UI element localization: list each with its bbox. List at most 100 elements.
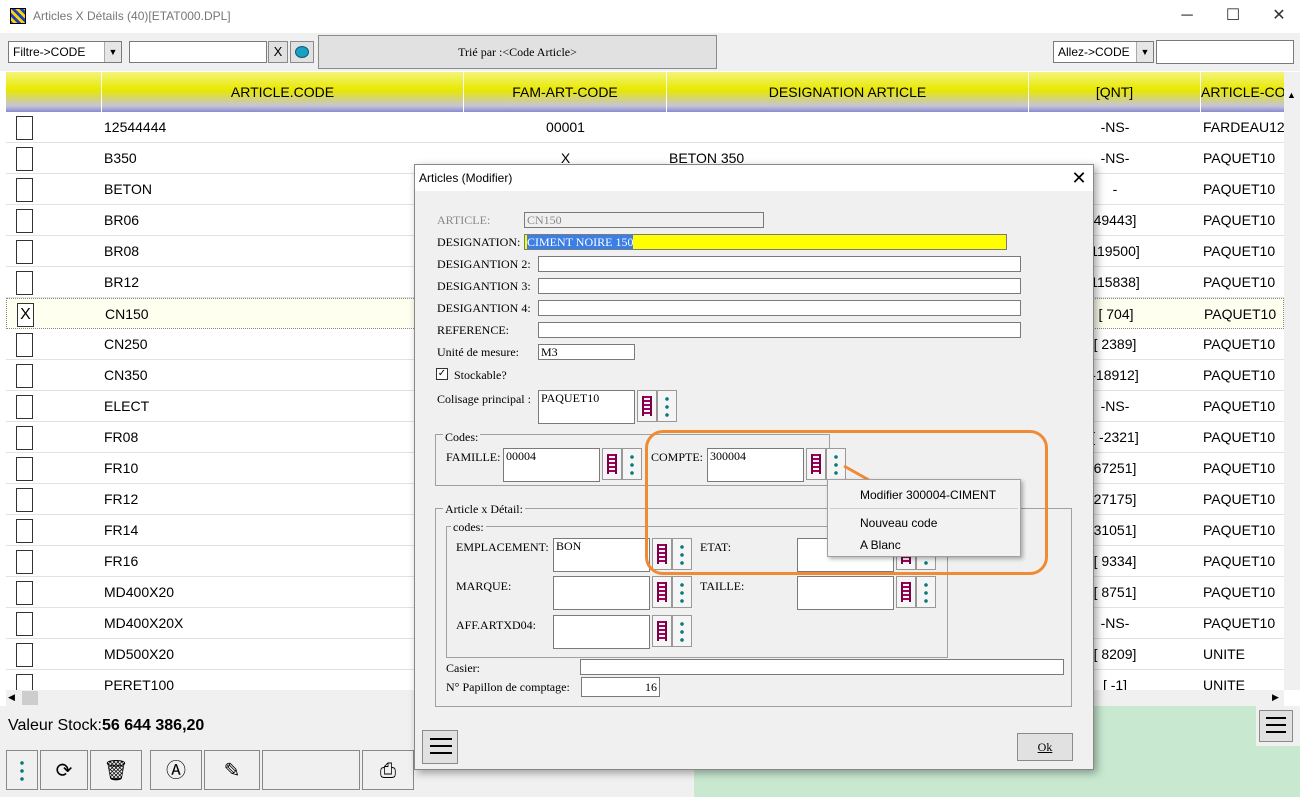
clear-filter-button[interactable]: X	[268, 41, 288, 63]
famille-menu-button[interactable]	[622, 448, 642, 480]
goto-input[interactable]	[1156, 40, 1294, 64]
cell-code: CN150	[105, 306, 149, 322]
cell-col: PAQUET10	[1203, 553, 1276, 569]
column-header-col[interactable]: ARTICLE-COL	[1201, 72, 1284, 112]
cell-code: FR08	[104, 429, 139, 445]
list-icon	[607, 454, 617, 474]
ok-button[interactable]: Ok	[1017, 733, 1073, 761]
scroll-thumb[interactable]	[22, 691, 38, 705]
vertical-scrollbar[interactable]: ▲	[1284, 72, 1300, 690]
row-checkbox[interactable]	[16, 333, 33, 357]
cell-col: PAQUET10	[1203, 181, 1276, 197]
colisage-field[interactable]: PAQUET10	[538, 390, 635, 424]
taille-menu-button[interactable]	[916, 576, 936, 608]
row-checkbox[interactable]	[16, 178, 33, 202]
menu-item-modify[interactable]: Modifier 300004-CIMENT	[860, 488, 996, 502]
codes-group-label: Codes:	[443, 430, 481, 445]
taille-list-button[interactable]	[896, 576, 916, 608]
cell-code: PERET100	[104, 677, 175, 690]
marque-field[interactable]	[553, 576, 650, 610]
menu-item-blank[interactable]: A Blanc	[860, 538, 901, 552]
column-header-fam[interactable]: FAM-ART-CODE	[464, 72, 667, 112]
row-checkbox[interactable]	[16, 488, 33, 512]
filter-bar: Filtre->CODE ▼ X Trié par :<Code Article…	[0, 33, 1300, 71]
column-header-check[interactable]	[6, 72, 102, 112]
designation-field[interactable]: CIMENT NOIRE 150	[524, 234, 1007, 250]
row-checkbox[interactable]	[16, 116, 33, 140]
row-checkbox[interactable]	[16, 147, 33, 171]
colisage-menu-button[interactable]	[657, 390, 677, 422]
row-checkbox[interactable]	[16, 426, 33, 450]
sort-button[interactable]: Trié par :<Code Article>	[318, 35, 717, 69]
row-checkbox[interactable]	[16, 240, 33, 264]
row-checkbox[interactable]	[16, 457, 33, 481]
famille-list-button[interactable]	[602, 448, 622, 480]
view-filter-button[interactable]	[290, 41, 314, 63]
cell-col: PAQUET10	[1203, 615, 1276, 631]
marque-label: MARQUE:	[456, 579, 512, 593]
scroll-right-icon[interactable]: ▶	[1272, 692, 1279, 703]
aff-field[interactable]	[553, 615, 650, 649]
scroll-left-icon[interactable]: ◀	[8, 692, 15, 703]
column-header-code[interactable]: ARTICLE.CODE	[102, 72, 464, 112]
row-checkbox[interactable]: X	[17, 303, 34, 327]
window-title: Articles X Détails (40)[ETAT000.DPL]	[33, 9, 231, 23]
cell-col: PAQUET10	[1203, 584, 1276, 600]
column-header-designation[interactable]: DESIGNATION ARTICLE	[667, 72, 1029, 112]
scroll-up-icon[interactable]: ▲	[1287, 90, 1296, 100]
toolbar-blank-button[interactable]	[262, 750, 360, 790]
minimize-button[interactable]: ─	[1164, 4, 1210, 28]
row-checkbox[interactable]	[16, 581, 33, 605]
reference-field[interactable]	[538, 322, 1021, 338]
designation2-field[interactable]	[538, 256, 1021, 272]
aff-menu-button[interactable]	[672, 615, 692, 647]
settings-sliders-button[interactable]	[1259, 710, 1293, 742]
row-checkbox[interactable]	[16, 550, 33, 574]
marque-menu-button[interactable]	[672, 576, 692, 608]
unite-field[interactable]: M3	[538, 344, 635, 360]
row-checkbox[interactable]	[16, 519, 33, 543]
famille-field[interactable]: 00004	[503, 448, 600, 482]
taille-field[interactable]	[797, 576, 894, 610]
stockable-checkbox[interactable]: ✓	[436, 368, 448, 380]
menu-separator	[830, 508, 1018, 509]
delete-button[interactable]: 🗑	[90, 750, 142, 790]
sliders-icon	[430, 738, 452, 758]
label-button[interactable]: Ⓐ	[150, 750, 202, 790]
row-checkbox[interactable]	[16, 271, 33, 295]
table-row[interactable]: 12544444 00001 -NS- FARDEAU12	[6, 112, 1284, 143]
casier-field[interactable]	[580, 659, 1064, 675]
cell-col: UNITE	[1203, 646, 1245, 662]
colisage-list-button[interactable]	[637, 390, 657, 422]
emplacement-field[interactable]: BON	[553, 538, 650, 572]
row-checkbox[interactable]	[16, 364, 33, 388]
row-checkbox[interactable]	[16, 643, 33, 667]
designation4-label: DESIGANTION 4:	[437, 301, 531, 315]
row-checkbox[interactable]	[16, 674, 33, 690]
designation3-field[interactable]	[538, 278, 1021, 294]
papillon-field[interactable]: 16	[581, 677, 660, 697]
close-button[interactable]: ✕	[1256, 4, 1300, 28]
export-button[interactable]: ⎙	[362, 750, 414, 790]
cell-code: CN350	[104, 367, 148, 383]
menu-item-new-code[interactable]: Nouveau code	[860, 516, 937, 530]
dialog-close-button[interactable]: ✕	[1067, 167, 1091, 189]
marque-list-button[interactable]	[652, 576, 672, 608]
row-checkbox[interactable]	[16, 395, 33, 419]
row-checkbox[interactable]	[16, 612, 33, 636]
dialog-settings-button[interactable]	[422, 730, 458, 764]
menu-dots-button[interactable]	[6, 750, 38, 790]
cell-col: PAQUET10	[1203, 367, 1276, 383]
famille-label: FAMILLE:	[446, 450, 501, 464]
designation4-field[interactable]	[538, 300, 1021, 316]
goto-select[interactable]: Allez->CODE ▼	[1053, 41, 1154, 63]
filter-input[interactable]	[129, 41, 267, 63]
refresh-button[interactable]: ⟳	[40, 750, 88, 790]
filter-select[interactable]: Filtre->CODE ▼	[8, 41, 122, 63]
aff-list-button[interactable]	[652, 615, 672, 647]
colisage-label: Colisage principal :	[437, 392, 531, 406]
row-checkbox[interactable]	[16, 209, 33, 233]
maximize-button[interactable]: ☐	[1210, 4, 1256, 28]
column-header-qnt[interactable]: [QNT]	[1029, 72, 1201, 112]
edit-button[interactable]: ✎	[204, 750, 260, 790]
